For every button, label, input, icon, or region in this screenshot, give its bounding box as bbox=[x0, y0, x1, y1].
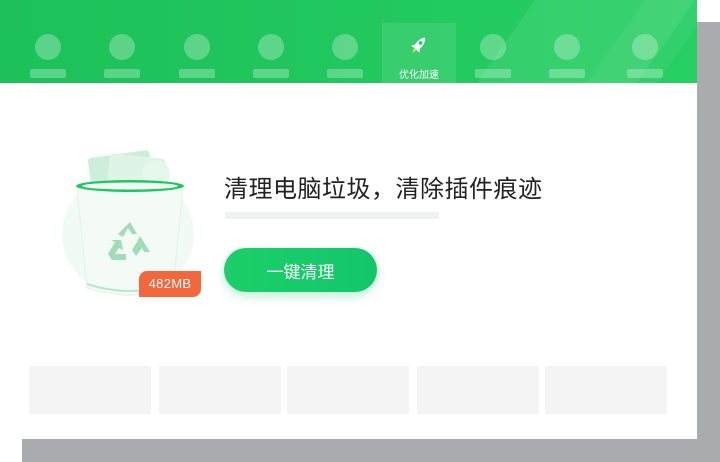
tab-icon-placeholder bbox=[184, 34, 210, 60]
tab-label-placeholder bbox=[253, 69, 289, 78]
top-nav-bar: 优化加速 bbox=[0, 0, 697, 83]
nav-tab-1[interactable] bbox=[11, 23, 85, 83]
feature-card[interactable] bbox=[287, 366, 409, 414]
nav-tab-optimize[interactable]: 优化加速 bbox=[382, 23, 456, 83]
nav-tab-7[interactable] bbox=[456, 23, 530, 83]
tab-label: 优化加速 bbox=[399, 70, 439, 81]
feature-card[interactable] bbox=[159, 366, 281, 414]
nav-tab-9[interactable] bbox=[608, 23, 682, 83]
scan-progress-bar bbox=[225, 212, 439, 219]
tab-icon-placeholder bbox=[109, 34, 135, 60]
tab-label-placeholder bbox=[627, 69, 663, 78]
tab-label-placeholder bbox=[30, 69, 66, 78]
tab-label-placeholder bbox=[475, 69, 511, 78]
nav-tab-8[interactable] bbox=[530, 23, 604, 83]
tab-label-placeholder bbox=[549, 69, 585, 78]
nav-tab-2[interactable] bbox=[85, 23, 159, 83]
tab-icon-placeholder bbox=[35, 34, 61, 60]
rocket-icon bbox=[410, 37, 426, 53]
nav-tab-5[interactable] bbox=[308, 23, 382, 83]
nav-tab-3[interactable] bbox=[160, 23, 234, 83]
junk-size-badge: 482MB bbox=[139, 271, 201, 297]
tab-icon-placeholder bbox=[332, 34, 358, 60]
tab-label-placeholder bbox=[179, 69, 215, 78]
feature-card[interactable] bbox=[29, 366, 151, 414]
feature-card[interactable] bbox=[417, 366, 539, 414]
app-window: 优化加速 482MB 清理电脑垃圾，清除插件痕迹 一键清理 bbox=[0, 0, 697, 439]
tab-icon-placeholder bbox=[480, 34, 506, 60]
recycle-icon bbox=[108, 222, 150, 260]
page-headline: 清理电脑垃圾，清除插件痕迹 bbox=[224, 175, 543, 203]
tab-icon-placeholder bbox=[258, 34, 284, 60]
tab-icon-placeholder bbox=[632, 34, 658, 60]
tab-label-placeholder bbox=[327, 69, 363, 78]
tab-icon-placeholder bbox=[554, 34, 580, 60]
feature-card[interactable] bbox=[545, 366, 667, 414]
one-click-clean-button[interactable]: 一键清理 bbox=[224, 248, 377, 292]
tab-label-placeholder bbox=[104, 69, 140, 78]
nav-tab-4[interactable] bbox=[234, 23, 308, 83]
